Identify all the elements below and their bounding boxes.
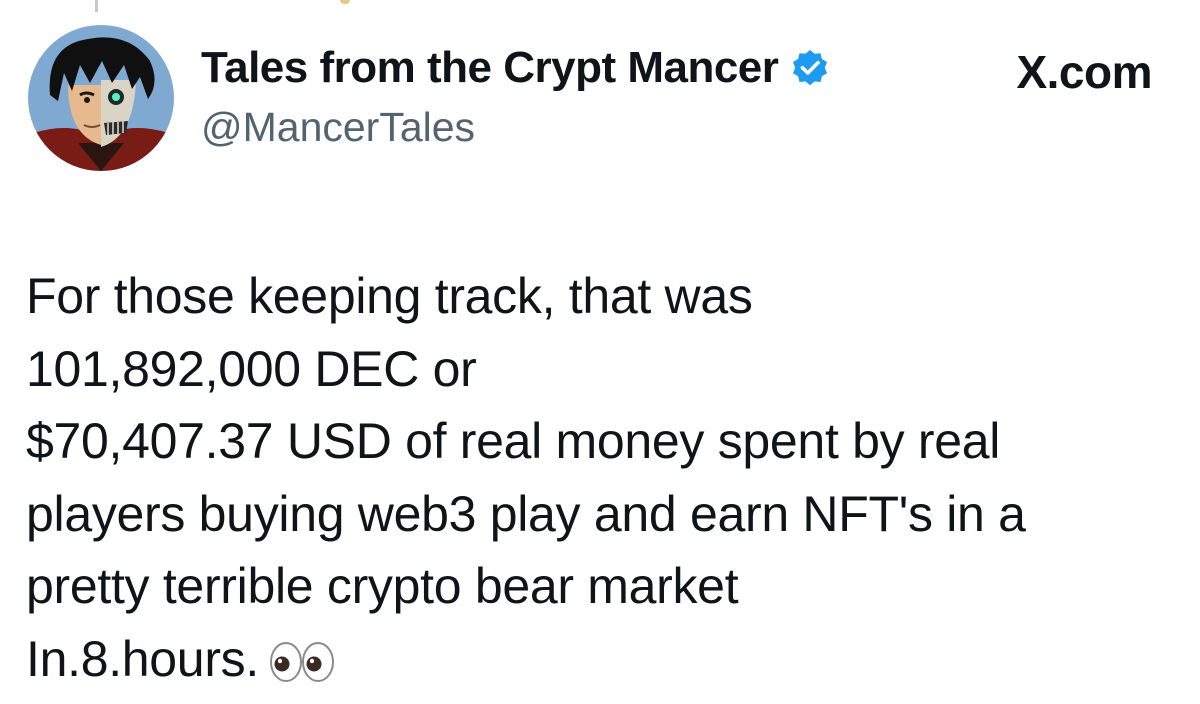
tweet-text: For those keeping track, that was 101,89… <box>26 260 1176 695</box>
skull-anime-avatar-icon <box>28 25 174 171</box>
author-handle[interactable]: @MancerTales <box>201 104 475 151</box>
author-name-row: Tales from the Crypt Mancer <box>201 40 830 96</box>
site-logo: X.com <box>1016 44 1152 100</box>
site-label: X.com <box>1016 46 1152 98</box>
eyes-emoji-icon <box>269 629 335 682</box>
tweet-line-2: 101,892,000 DEC or <box>26 340 477 397</box>
tweet-line-5: pretty terrible crypto bear market <box>26 558 739 614</box>
cropped-edge-fragment <box>340 0 350 4</box>
tweet-line-3: $70,407.37 USD of real money spent by re… <box>26 413 1001 469</box>
tweet-line-4: players buying web3 play and earn NFT's … <box>26 485 1026 542</box>
author-display-name[interactable]: Tales from the Crypt Mancer <box>201 43 779 93</box>
avatar[interactable] <box>28 25 174 171</box>
cropped-edge-line <box>95 0 98 12</box>
verified-badge-icon[interactable] <box>790 48 830 88</box>
tweet-line-1: For those keeping track, that was <box>26 268 753 324</box>
tweet-line-6-row: In.8.hours. <box>26 623 1176 696</box>
tweet-line-6: In.8.hours. <box>26 630 259 687</box>
